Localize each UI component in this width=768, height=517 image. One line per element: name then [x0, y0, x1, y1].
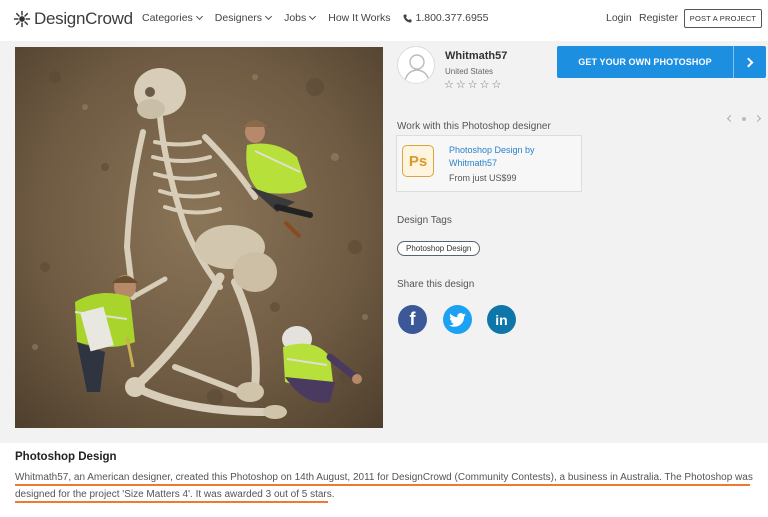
- work-price: From just US$99: [449, 173, 517, 183]
- designer-country: United States: [445, 67, 494, 76]
- design-image[interactable]: [15, 47, 383, 428]
- star-icon: ☆: [455, 79, 466, 91]
- work-link[interactable]: Photoshop Design by Whitmath57: [449, 144, 579, 170]
- chevron-right-icon: [733, 46, 766, 78]
- nav-menu: Categories Designers Jobs How It Works 1…: [142, 12, 501, 24]
- get-your-own-photoshop-button[interactable]: GET YOUR OWN PHOTOSHOP: [557, 46, 766, 78]
- chevron-down-icon: [195, 12, 203, 21]
- cta-label: GET YOUR OWN PHOTOSHOP: [578, 57, 712, 67]
- twitter-bird-icon: [449, 312, 466, 327]
- top-nav: DesignCrowd Categories Designers Jobs Ho…: [0, 0, 768, 38]
- nav-phone[interactable]: 1.800.377.6955: [403, 12, 488, 24]
- chevron-down-icon: [309, 12, 317, 21]
- login-link[interactable]: Login: [606, 12, 632, 24]
- phone-icon: [403, 13, 413, 23]
- work-card[interactable]: Ps Photoshop Design by Whitmath57 From j…: [396, 135, 582, 192]
- design-tags-heading: Design Tags: [397, 215, 452, 226]
- register-link[interactable]: Register: [639, 12, 678, 24]
- design-description: Whitmath57, an American designer, create…: [15, 472, 753, 500]
- work-with-designer-heading: Work with this Photoshop designer: [397, 121, 551, 132]
- chevron-down-icon: [265, 12, 273, 21]
- share-heading: Share this design: [397, 279, 475, 290]
- nav-categories[interactable]: Categories: [142, 12, 203, 24]
- nav-designers[interactable]: Designers: [215, 12, 273, 24]
- twitter-icon[interactable]: [443, 305, 472, 334]
- excavation-illustration: [15, 47, 383, 428]
- star-icon: ☆: [467, 79, 478, 91]
- post-project-button[interactable]: POST A PROJECT: [684, 9, 762, 28]
- annotation-underline: [15, 501, 328, 503]
- pager-dot[interactable]: [742, 116, 746, 121]
- brand-name: DesignCrowd: [34, 9, 133, 28]
- carousel-pager: [726, 114, 762, 123]
- tag-photoshop-design[interactable]: Photoshop Design: [397, 241, 481, 256]
- nav-how-it-works[interactable]: How It Works: [328, 12, 390, 24]
- designer-avatar[interactable]: [397, 46, 435, 84]
- designer-name[interactable]: Whitmath57: [445, 50, 507, 62]
- star-icon: ☆: [491, 79, 502, 91]
- nav-jobs[interactable]: Jobs: [284, 12, 317, 24]
- design-title: Photoshop Design: [15, 451, 117, 463]
- linkedin-icon[interactable]: in: [487, 305, 516, 334]
- sunburst-icon: [13, 10, 31, 28]
- chevron-left-icon[interactable]: [726, 114, 735, 123]
- annotation-underline: [15, 484, 750, 486]
- photoshop-icon: Ps: [402, 145, 434, 177]
- rating-stars: ☆ ☆ ☆ ☆ ☆: [444, 80, 503, 91]
- chevron-right-icon[interactable]: [753, 114, 762, 123]
- star-icon: ☆: [444, 79, 454, 91]
- facebook-icon[interactable]: f: [398, 305, 427, 334]
- brand-logo[interactable]: DesignCrowd: [13, 9, 133, 29]
- star-icon: ☆: [479, 79, 490, 91]
